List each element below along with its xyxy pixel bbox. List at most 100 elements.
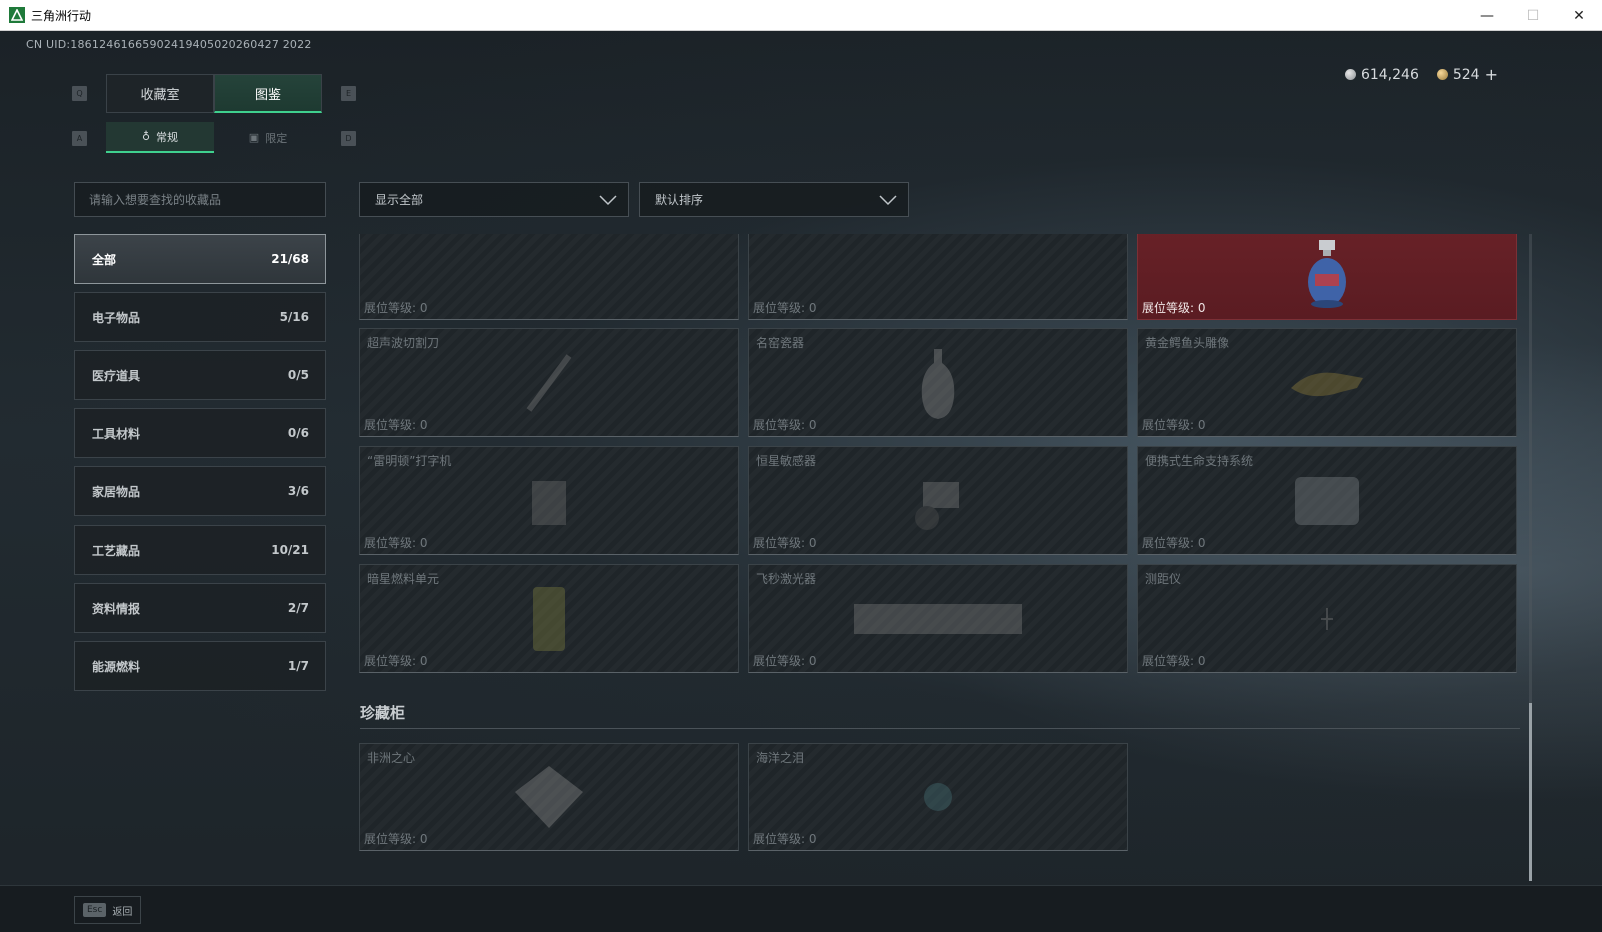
category-all[interactable]: 全部 21/68 xyxy=(74,234,326,284)
category-label: 电子物品 xyxy=(92,310,141,325)
card-level: 展位等级: 0 xyxy=(364,418,428,432)
window-title: 三角洲行动 xyxy=(31,8,92,23)
category-household[interactable]: 家居物品 3/6 xyxy=(74,466,326,516)
card-level: 展位等级: 0 xyxy=(753,536,817,550)
key-hint-e: E xyxy=(341,86,356,101)
game-screen: CN UID:18612461665902419405020260427 202… xyxy=(0,31,1602,932)
chevron-down-icon xyxy=(879,194,897,205)
category-energy[interactable]: 能源燃料 1/7 xyxy=(74,641,326,691)
collection-card-owned[interactable]: 展位等级: 0 xyxy=(1137,234,1517,320)
category-label: 资料情报 xyxy=(92,601,141,616)
tab-catalog[interactable]: 图鉴 xyxy=(214,74,322,113)
rangefinder-icon xyxy=(1321,607,1333,630)
collection-card[interactable]: 名窑瓷器 展位等级: 0 xyxy=(748,328,1128,437)
collection-card[interactable]: 暗星燃料单元 展位等级: 0 xyxy=(359,564,739,673)
card-name: 超声波切割刀 xyxy=(367,336,440,350)
collection-card[interactable]: 便携式生命支持系统 展位等级: 0 xyxy=(1137,446,1517,555)
currency-bar: 614,246 524 + xyxy=(1344,65,1498,84)
tab-collection-room[interactable]: 收藏室 xyxy=(106,74,214,113)
category-count: 21/68 xyxy=(271,252,309,266)
key-hint-d: D xyxy=(341,131,356,146)
section-divider xyxy=(360,728,1520,729)
collection-card[interactable]: 展位等级: 0 xyxy=(748,234,1128,320)
window-controls: — ☐ ✕ xyxy=(1464,0,1602,31)
add-currency-button[interactable]: + xyxy=(1485,65,1498,84)
silver-coin-icon xyxy=(1344,69,1356,80)
card-level: 展位等级: 0 xyxy=(1142,654,1206,668)
sub-tabs: ♁ 常规 ▣ 限定 xyxy=(106,122,322,153)
card-name: 便携式生命支持系统 xyxy=(1145,454,1254,468)
category-label: 能源燃料 xyxy=(92,659,141,674)
typewriter-icon xyxy=(532,480,566,525)
back-label: 返回 xyxy=(112,906,133,918)
minimize-button[interactable]: — xyxy=(1464,0,1510,31)
esc-key-hint: Esc xyxy=(83,903,107,917)
back-button[interactable]: Esc 返回 xyxy=(74,896,142,924)
laser-icon xyxy=(854,603,1022,634)
collection-card[interactable]: 测距仪 展位等级: 0 xyxy=(1137,564,1517,673)
collection-card[interactable]: 恒星敏感器 展位等级: 0 xyxy=(748,446,1128,555)
collection-card[interactable]: “雷明顿”打字机 展位等级: 0 xyxy=(359,446,739,555)
gas-canister-icon xyxy=(1308,240,1346,309)
card-level: 展位等级: 0 xyxy=(1142,418,1206,432)
category-count: 5/16 xyxy=(279,310,309,324)
card-level: 展位等级: 0 xyxy=(753,301,817,315)
collection-card[interactable]: 飞秒激光器 展位等级: 0 xyxy=(748,564,1128,673)
category-label: 家居物品 xyxy=(92,484,141,499)
search-input[interactable]: 请输入想要查找的收藏品 xyxy=(74,182,326,217)
category-label: 医疗道具 xyxy=(92,368,141,383)
card-name: 海洋之泪 xyxy=(756,751,805,765)
tab-limited-label: 限定 xyxy=(265,131,288,145)
collection-card[interactable]: 海洋之泪 展位等级: 0 xyxy=(748,743,1128,851)
bottle-icon: ♁ xyxy=(141,130,151,143)
category-count: 3/6 xyxy=(287,484,309,498)
card-level: 展位等级: 0 xyxy=(753,654,817,668)
gold-currency: 524 + xyxy=(1436,65,1498,84)
card-name: 测距仪 xyxy=(1145,572,1182,586)
category-count: 0/6 xyxy=(287,426,309,440)
collection-card[interactable]: 展位等级: 0 xyxy=(359,234,739,320)
maximize-button[interactable]: ☐ xyxy=(1510,0,1556,31)
category-tools[interactable]: 工具材料 0/6 xyxy=(74,408,326,458)
tab-limited[interactable]: ▣ 限定 xyxy=(214,122,322,153)
vase-icon xyxy=(921,348,955,419)
category-medical[interactable]: 医疗道具 0/5 xyxy=(74,350,326,400)
filter-dropdown-value: 显示全部 xyxy=(375,193,424,207)
category-count: 10/21 xyxy=(271,543,309,557)
filter-dropdown[interactable]: 显示全部 xyxy=(359,182,629,217)
card-name: “雷明顿”打字机 xyxy=(367,454,452,468)
app-logo-icon xyxy=(9,7,25,23)
close-button[interactable]: ✕ xyxy=(1556,0,1602,31)
category-count: 2/7 xyxy=(287,601,309,615)
card-level: 展位等级: 0 xyxy=(753,418,817,432)
category-crafts[interactable]: 工艺藏品 10/21 xyxy=(74,525,326,575)
scrollbar-thumb[interactable] xyxy=(1529,703,1532,881)
category-intel[interactable]: 资料情报 2/7 xyxy=(74,583,326,633)
card-name: 非洲之心 xyxy=(367,751,416,765)
card-level: 展位等级: 0 xyxy=(753,832,817,846)
bottom-bar: Esc 返回 xyxy=(0,885,1602,932)
sort-dropdown[interactable]: 默认排序 xyxy=(639,182,909,217)
category-label: 工具材料 xyxy=(92,426,141,441)
collection-card[interactable]: 超声波切割刀 展位等级: 0 xyxy=(359,328,739,437)
category-count: 1/7 xyxy=(287,659,309,673)
collection-card[interactable]: 非洲之心 展位等级: 0 xyxy=(359,743,739,851)
silver-amount: 614,246 xyxy=(1360,66,1419,83)
collection-card[interactable]: 黄金鳄鱼头雕像 展位等级: 0 xyxy=(1137,328,1517,437)
card-name: 飞秒激光器 xyxy=(756,572,817,586)
key-hint-q: Q xyxy=(72,86,87,101)
card-level: 展位等级: 0 xyxy=(364,536,428,550)
key-hint-a: A xyxy=(72,131,87,146)
card-level: 展位等级: 0 xyxy=(364,654,428,668)
cutter-icon xyxy=(526,353,572,412)
category-electronics[interactable]: 电子物品 5/16 xyxy=(74,292,326,342)
chevron-down-icon xyxy=(599,194,617,205)
user-uid: CN UID:18612461665902419405020260427 202… xyxy=(26,38,312,51)
main-tabs: 收藏室 图鉴 xyxy=(106,74,322,113)
section-title: 珍藏柜 xyxy=(360,704,406,722)
fuel-cell-icon xyxy=(533,586,565,651)
crocodile-statue-icon xyxy=(1291,372,1363,396)
tab-regular[interactable]: ♁ 常规 xyxy=(106,122,214,153)
gold-coin-icon xyxy=(1436,69,1448,80)
silver-currency: 614,246 xyxy=(1344,66,1419,83)
